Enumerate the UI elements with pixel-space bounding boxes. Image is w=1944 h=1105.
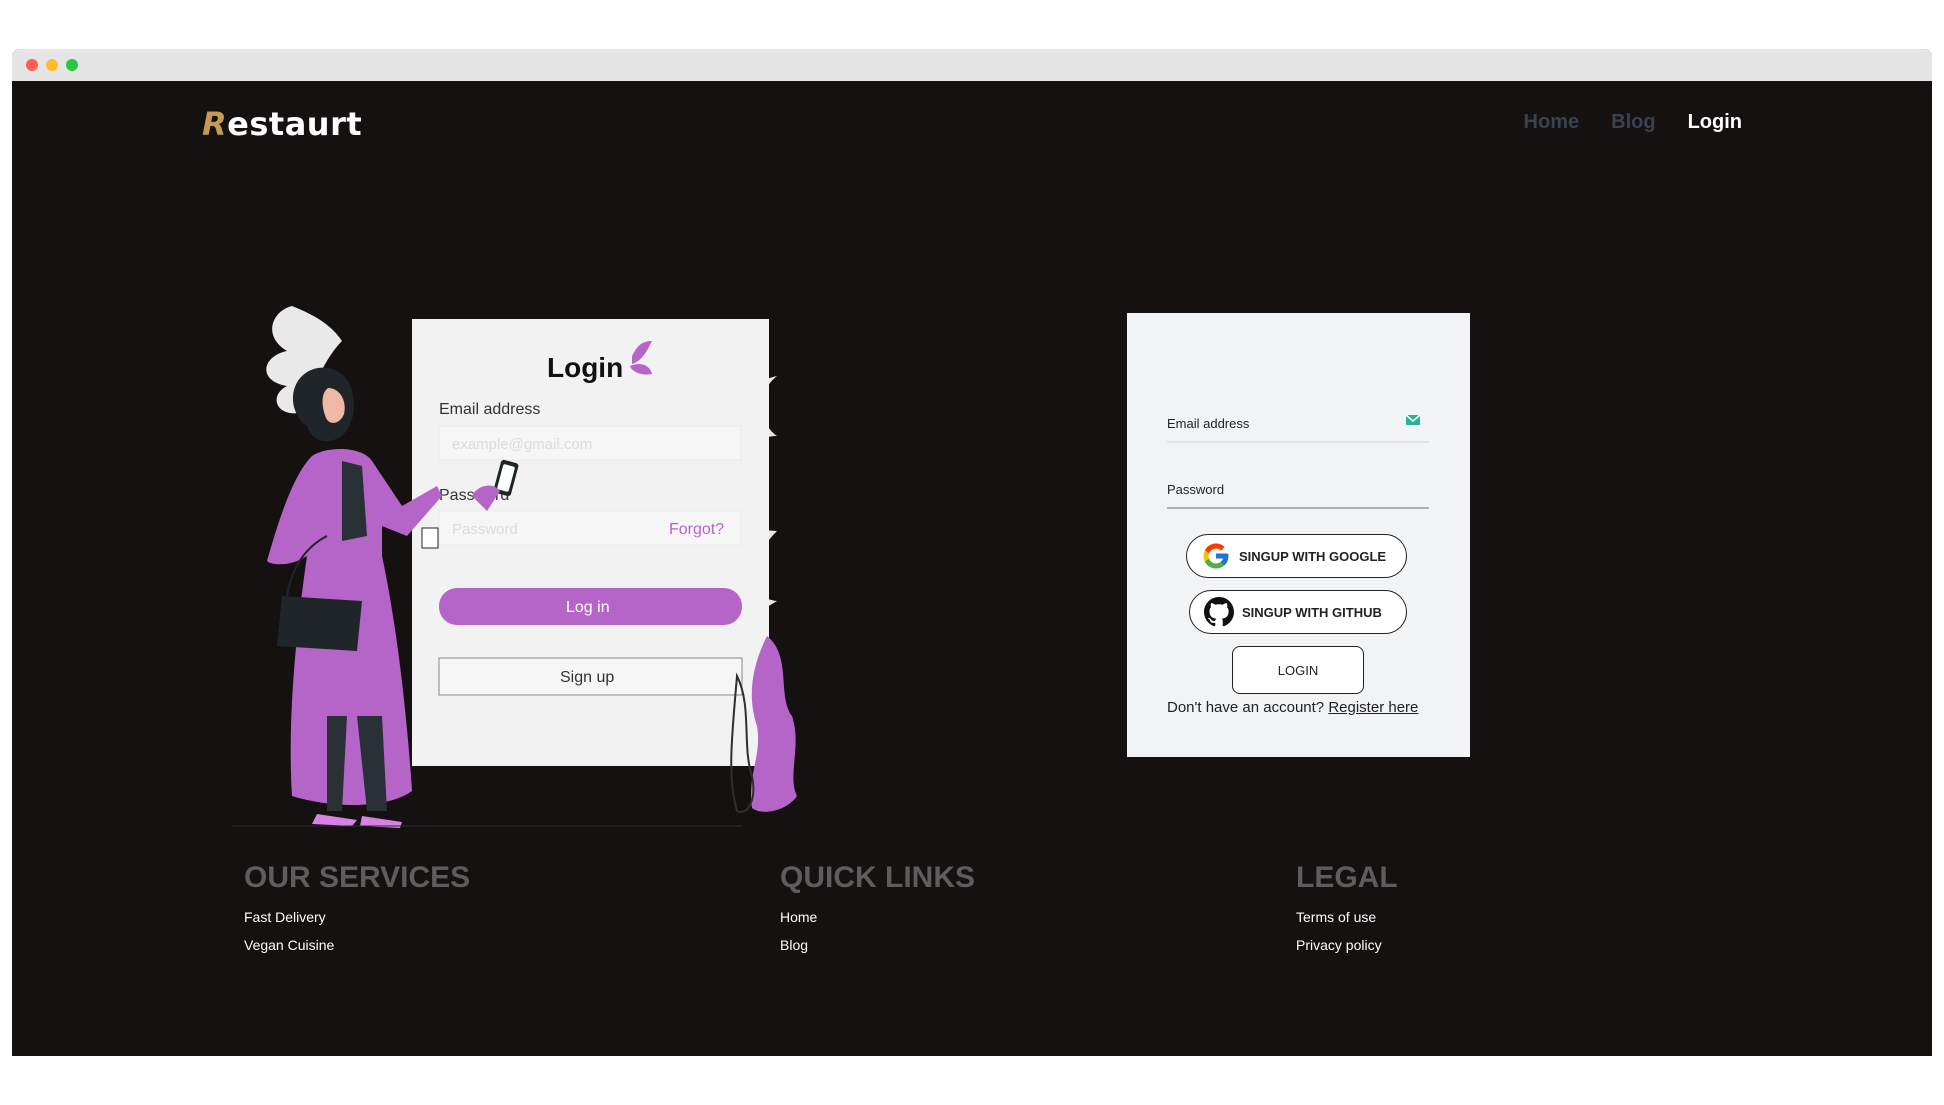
- footer-link-privacy[interactable]: Privacy policy: [1296, 937, 1398, 953]
- signup-google-button[interactable]: SINGUP WITH GOOGLE: [1186, 534, 1407, 578]
- brand-logo-text: estaurt: [227, 105, 363, 143]
- mail-icon: [1405, 414, 1421, 425]
- illustration-signup-button: Sign up: [560, 669, 614, 686]
- illustration-forgot-link: Forgot?: [669, 521, 724, 538]
- illustration-login-button: Log in: [566, 599, 610, 616]
- close-window-button[interactable]: [26, 59, 38, 71]
- login-card: Email address Password SINGUP WITH GOOGL…: [1127, 313, 1470, 757]
- footer-quick-links-title: QUICK LINKS: [780, 861, 975, 894]
- footer-link-terms[interactable]: Terms of use: [1296, 909, 1398, 925]
- footer-quick-links: QUICK LINKS Home Blog: [780, 861, 975, 965]
- illustration-email-placeholder: example@gmail.com: [452, 436, 592, 453]
- signup-github-label: SINGUP WITH GITHUB: [1242, 604, 1382, 620]
- illustration-email-label: Email address: [439, 401, 540, 418]
- register-line: Don't have an account? Register here: [1167, 699, 1418, 716]
- signup-github-button[interactable]: SINGUP WITH GITHUB: [1189, 590, 1407, 634]
- register-link[interactable]: Register here: [1328, 699, 1418, 716]
- github-icon: [1204, 597, 1234, 627]
- register-prompt: Don't have an account?: [1167, 699, 1325, 716]
- illustration-title: Login: [547, 352, 623, 383]
- footer-link-blog[interactable]: Blog: [780, 937, 975, 953]
- minimize-window-button[interactable]: [46, 59, 58, 71]
- browser-window: Restaurt Home Blog Login Login Email add…: [12, 49, 1932, 1056]
- nav-blog-link[interactable]: Blog: [1611, 111, 1655, 134]
- nav-login-link[interactable]: Login: [1688, 111, 1742, 134]
- footer-link-home[interactable]: Home: [780, 909, 975, 925]
- login-illustration: Login Email address example@gmail.com Pa…: [232, 306, 797, 828]
- footer-services-title: OUR SERVICES: [244, 861, 471, 894]
- brand-logo[interactable]: Restaurt: [202, 105, 362, 143]
- main-nav: Home Blog Login: [1524, 111, 1742, 134]
- nav-home-link[interactable]: Home: [1524, 111, 1580, 134]
- brand-logo-initial: R: [202, 105, 228, 143]
- footer-link-fast-delivery[interactable]: Fast Delivery: [244, 909, 470, 925]
- illustration-password-placeholder: Password: [452, 521, 518, 538]
- login-button[interactable]: LOGIN: [1232, 646, 1364, 694]
- footer-legal-title: LEGAL: [1296, 861, 1398, 894]
- browser-titlebar: [12, 49, 1932, 81]
- footer-services: OUR SERVICES Fast Delivery Vegan Cuisine: [244, 861, 470, 965]
- password-field[interactable]: Password: [1167, 482, 1429, 509]
- footer-link-vegan-cuisine[interactable]: Vegan Cuisine: [244, 937, 470, 953]
- maximize-window-button[interactable]: [66, 59, 78, 71]
- email-field-label: Email address: [1167, 416, 1250, 431]
- signup-google-label: SINGUP WITH GOOGLE: [1239, 548, 1387, 564]
- password-field-label: Password: [1167, 482, 1225, 497]
- footer-legal: LEGAL Terms of use Privacy policy: [1296, 861, 1398, 965]
- page: Restaurt Home Blog Login Login Email add…: [12, 81, 1932, 1056]
- email-field[interactable]: Email address: [1167, 414, 1429, 443]
- google-icon: [1203, 543, 1229, 569]
